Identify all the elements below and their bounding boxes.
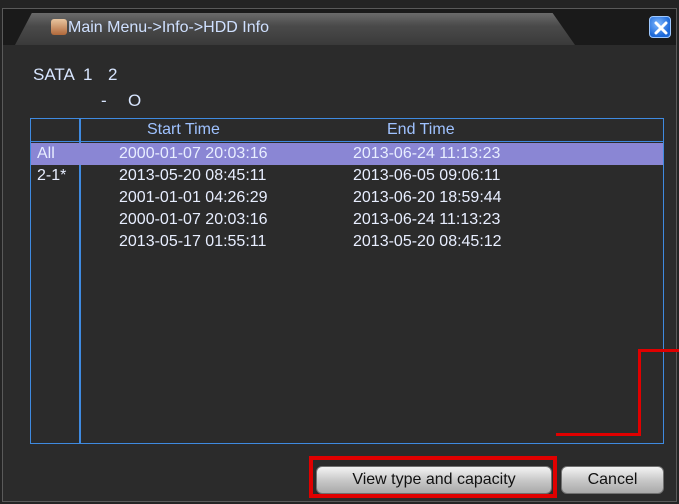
table-row[interactable]: All 2000-01-07 20:03:16 2013-06-24 11:13… xyxy=(31,143,663,165)
row-start-time: 2000-01-07 20:03:16 xyxy=(119,211,268,228)
table-header: Start Time End Time xyxy=(31,119,663,142)
row-end-time: 2013-06-05 09:06:11 xyxy=(353,167,501,184)
row-tag: All xyxy=(37,145,55,162)
sata-port-1: 1 xyxy=(83,65,93,84)
close-button[interactable] xyxy=(649,16,671,38)
row-end-time: 2013-06-24 11:13:23 xyxy=(353,211,501,228)
close-icon xyxy=(654,21,668,35)
sata-port-2: 2 xyxy=(108,65,118,84)
header-start-time: Start Time xyxy=(147,121,220,138)
row-start-time: 2013-05-20 08:45:11 xyxy=(119,167,267,184)
table-row[interactable]: 2-1* 2013-05-20 08:45:11 2013-06-05 09:0… xyxy=(31,165,663,187)
sata-label: SATA xyxy=(33,65,75,84)
sata-port-2-status: O xyxy=(128,91,142,110)
header-end-time: End Time xyxy=(387,121,455,138)
row-start-time: 2000-01-07 20:03:16 xyxy=(119,145,268,162)
sata-port-1-status: - xyxy=(101,91,107,110)
annotation-highlight-box xyxy=(309,456,557,498)
table-row[interactable]: 2001-01-01 04:26:29 2013-06-20 18:59:44 xyxy=(31,187,663,209)
row-tag: 2-1* xyxy=(37,167,67,184)
row-start-time: 2013-05-17 01:55:11 xyxy=(119,233,267,250)
table-row[interactable]: 2000-01-07 20:03:16 2013-06-24 11:13:23 xyxy=(31,209,663,231)
hdd-info-icon xyxy=(51,19,67,35)
row-end-time: 2013-06-24 11:13:23 xyxy=(353,145,501,162)
window-title: Main Menu->Info->HDD Info xyxy=(68,19,269,36)
annotation-leader-vertical xyxy=(638,349,641,435)
row-end-time: 2013-06-20 18:59:44 xyxy=(353,189,502,206)
title-bar: Main Menu->Info->HDD Info xyxy=(3,9,676,45)
cancel-button[interactable]: Cancel xyxy=(561,466,664,494)
row-start-time: 2001-01-01 04:26:29 xyxy=(119,189,268,206)
row-end-time: 2013-05-20 08:45:12 xyxy=(353,233,502,250)
table-row[interactable]: 2013-05-17 01:55:11 2013-05-20 08:45:12 xyxy=(31,231,663,253)
hdd-time-table: Start Time End Time All 2000-01-07 20:03… xyxy=(30,118,664,444)
annotation-leader-top xyxy=(638,349,679,352)
annotation-leader-bottom xyxy=(556,433,641,436)
